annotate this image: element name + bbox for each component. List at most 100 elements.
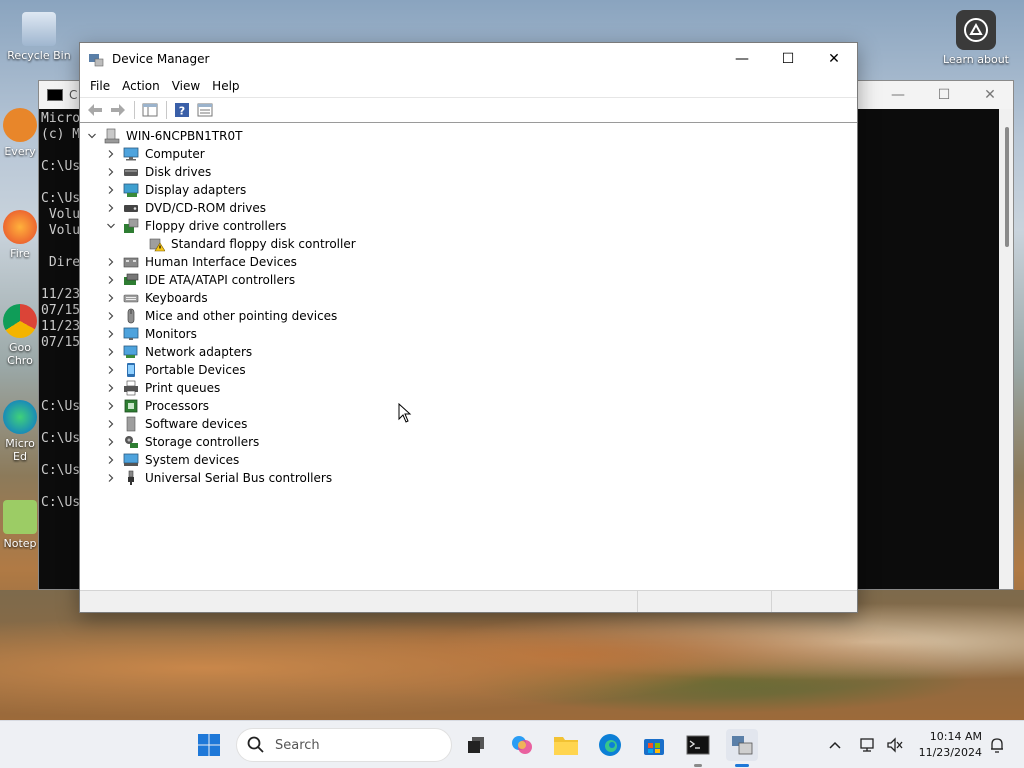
chevron-right-icon[interactable] (105, 199, 117, 217)
clock[interactable]: 10:14 AM 11/23/2024 (919, 729, 982, 761)
tree-category-item[interactable]: Portable Devices (80, 361, 857, 379)
chevron-right-icon[interactable] (105, 415, 117, 433)
learn-about-picture-icon (956, 10, 996, 50)
tree-category-item[interactable]: Software devices (80, 415, 857, 433)
chevron-down-icon[interactable] (86, 127, 98, 145)
tree-category-item[interactable]: Human Interface Devices (80, 253, 857, 271)
software-device-icon (123, 416, 139, 432)
title-bar[interactable]: Device Manager — ☐ ✕ (80, 43, 857, 75)
device-tree[interactable]: WIN-6NCPBN1TR0T Computer Disk drives Displ… (80, 125, 857, 590)
console-scrollbar-thumb[interactable] (1005, 127, 1009, 247)
maximize-button[interactable]: ☐ (765, 44, 811, 74)
menu-view[interactable]: View (166, 79, 206, 93)
chevron-right-icon[interactable] (105, 397, 117, 415)
chevron-right-icon[interactable] (105, 451, 117, 469)
file-explorer-button[interactable] (550, 729, 582, 761)
tree-category-item[interactable]: Keyboards (80, 289, 857, 307)
console-scrollbar[interactable] (999, 109, 1013, 589)
tree-category-item[interactable]: IDE ATA/ATAPI controllers (80, 271, 857, 289)
task-view-button[interactable] (460, 729, 492, 761)
tree-root[interactable]: WIN-6NCPBN1TR0T (80, 127, 857, 145)
console-maximize-button[interactable]: ☐ (921, 81, 967, 109)
terminal-taskbar-button[interactable] (682, 729, 714, 767)
toolbar: ? (80, 97, 857, 123)
tree-item-label: Human Interface Devices (145, 255, 297, 269)
edge-icon (3, 400, 37, 434)
edge-taskbar-button[interactable] (594, 729, 626, 761)
chevron-right-icon[interactable] (105, 145, 117, 163)
storage-controller-icon (123, 434, 139, 450)
chevron-right-icon[interactable] (105, 379, 117, 397)
back-arrow-icon (88, 104, 102, 116)
volume-tray-button[interactable] (886, 721, 904, 768)
clock-time: 10:14 AM (929, 730, 982, 743)
system-device-icon (123, 452, 139, 468)
back-button[interactable] (84, 100, 106, 120)
tree-category-item[interactable]: Monitors (80, 325, 857, 343)
chevron-right-icon[interactable] (105, 271, 117, 289)
help-button[interactable]: ? (171, 100, 193, 120)
desktop-icon-notepad[interactable]: Notep (0, 500, 40, 550)
task-view-icon (468, 737, 484, 753)
chevron-right-icon[interactable] (105, 253, 117, 271)
show-hidden-icons-button[interactable] (828, 721, 842, 768)
chevron-right-icon[interactable] (105, 325, 117, 343)
console-close-button[interactable]: ✕ (967, 81, 1013, 109)
active-indicator (735, 764, 749, 767)
desktop-icon-firefox[interactable]: Fire (0, 210, 40, 260)
tree-item-label: IDE ATA/ATAPI controllers (145, 273, 296, 287)
tree-category-item[interactable]: Processors (80, 397, 857, 415)
copilot-button[interactable] (506, 729, 538, 761)
chevron-right-icon[interactable] (105, 163, 117, 181)
desktop-icon-recycle-bin[interactable]: Recycle Bin (4, 12, 74, 62)
notifications-button[interactable] (988, 721, 1006, 768)
tree-category-item[interactable]: Storage controllers (80, 433, 857, 451)
desktop-icon-learn-about[interactable]: Learn about (938, 10, 1014, 66)
tree-item-label: DVD/CD-ROM drives (145, 201, 267, 215)
tree-category-item[interactable]: Display adapters (80, 181, 857, 199)
start-button[interactable] (193, 729, 225, 761)
menu-help[interactable]: Help (206, 79, 245, 93)
console-minimize-button[interactable]: — (875, 81, 921, 109)
chevron-right-icon[interactable] (105, 289, 117, 307)
minimize-button[interactable]: — (719, 44, 765, 74)
help-icon: ? (175, 103, 189, 118)
forward-arrow-icon (111, 104, 125, 116)
chevron-right-icon[interactable] (105, 307, 117, 325)
properties-view-button[interactable] (194, 100, 216, 120)
tree-category-item[interactable]: DVD/CD-ROM drives (80, 199, 857, 217)
chevron-down-icon[interactable] (105, 217, 117, 235)
store-button[interactable] (638, 729, 670, 761)
tree-child-item[interactable]: Standard floppy disk controller (80, 235, 857, 253)
network-tray-button[interactable] (860, 721, 878, 768)
tree-item-label: Display adapters (145, 183, 247, 197)
menu-file[interactable]: File (84, 79, 116, 93)
menu-action[interactable]: Action (116, 79, 166, 93)
chevron-right-icon[interactable] (105, 181, 117, 199)
tree-item-label: Disk drives (145, 165, 212, 179)
tree-category-item[interactable]: Computer (80, 145, 857, 163)
tree-item-label: Software devices (145, 417, 248, 431)
chevron-right-icon[interactable] (105, 469, 117, 487)
window-title: Device Manager (112, 52, 210, 66)
close-button[interactable]: ✕ (811, 44, 857, 74)
tree-category-item[interactable]: Universal Serial Bus controllers (80, 469, 857, 487)
tree-category-item[interactable]: Floppy drive controllers (80, 217, 857, 235)
show-hide-console-tree-button[interactable] (139, 100, 161, 120)
desktop-icon-chrome[interactable]: Goo Chro (0, 304, 40, 367)
tree-category-item[interactable]: Print queues (80, 379, 857, 397)
tree-category-item[interactable]: Mice and other pointing devices (80, 307, 857, 325)
chevron-right-icon[interactable] (105, 433, 117, 451)
desktop-icon-edge[interactable]: Micro Ed (0, 400, 40, 463)
chevron-right-icon[interactable] (105, 343, 117, 361)
tree-category-item[interactable]: Disk drives (80, 163, 857, 181)
forward-button[interactable] (107, 100, 129, 120)
tree-category-item[interactable]: Network adapters (80, 343, 857, 361)
device-manager-window[interactable]: Device Manager — ☐ ✕ File Action View He… (79, 42, 858, 613)
device-manager-taskbar-button[interactable] (726, 729, 758, 767)
taskbar: Search 10:14 AM 11/23/2024 (0, 720, 1024, 768)
tree-category-item[interactable]: System devices (80, 451, 857, 469)
chevron-right-icon[interactable] (105, 361, 117, 379)
taskbar-search[interactable]: Search (236, 728, 452, 762)
desktop-icon-everything[interactable]: Every (0, 108, 40, 158)
